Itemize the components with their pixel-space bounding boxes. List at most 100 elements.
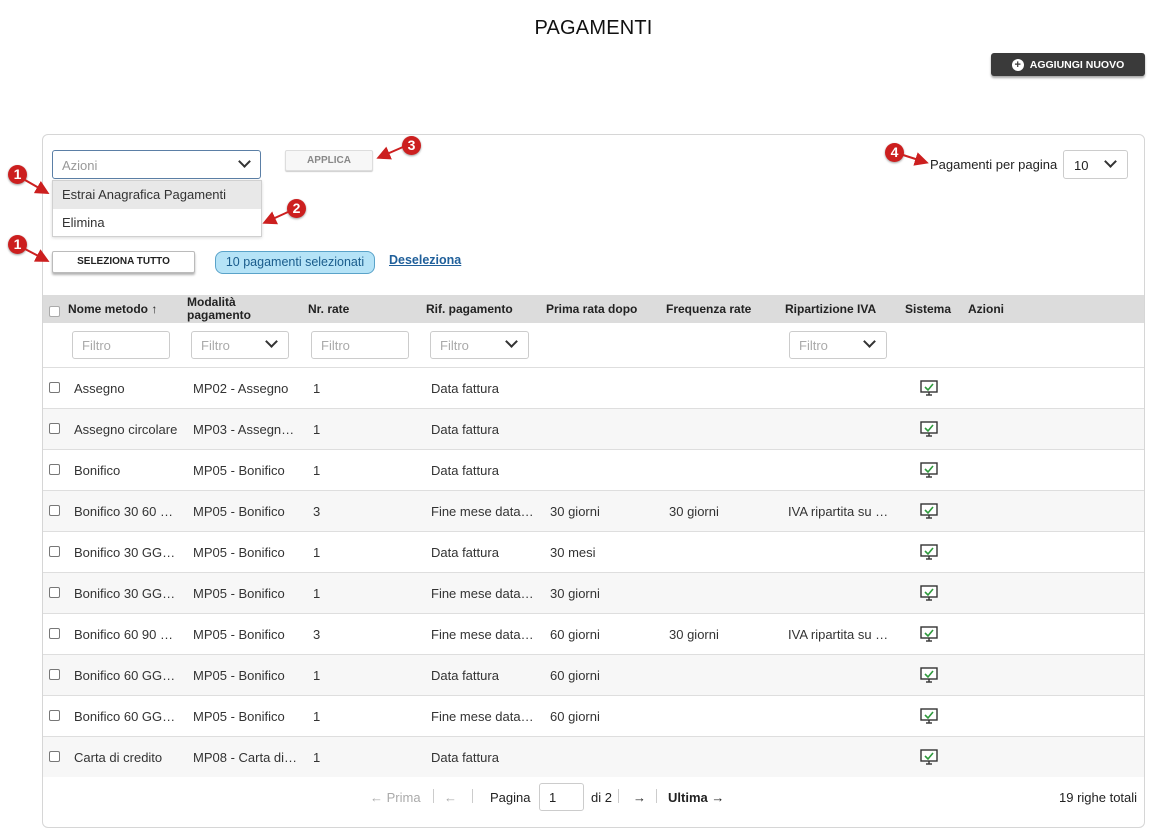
cell-rates: 3: [313, 504, 321, 519]
system-monitor-icon: [920, 380, 938, 396]
table-row[interactable]: Bonifico MP05 - Bonifico 1 Data fattura: [43, 449, 1144, 490]
cell-rates: 1: [313, 709, 321, 724]
cell-mode: MP03 - Assegn…: [193, 422, 295, 437]
row-checkbox[interactable]: [49, 751, 60, 762]
cell-first: 30 giorni: [550, 504, 600, 519]
cell-rates: 3: [313, 627, 321, 642]
table-header: Nome metodo ↑ Modalità pagamento Nr. rat…: [43, 295, 1144, 323]
cell-rates: 1: [313, 586, 321, 601]
cell-first: 60 giorni: [550, 709, 600, 724]
cell-first: 30 giorni: [550, 586, 600, 601]
system-monitor-icon: [920, 544, 938, 560]
cell-freq: 30 giorni: [669, 504, 719, 519]
page-count: di 2: [591, 790, 612, 805]
col-rates[interactable]: Nr. rate: [308, 303, 349, 316]
cell-first: 60 giorni: [550, 627, 600, 642]
table-row[interactable]: Carta di credito MP08 - Carta di… 1 Data fa…: [43, 736, 1144, 777]
col-name[interactable]: Nome metodo ↑: [68, 303, 157, 316]
page-number-input[interactable]: 1: [539, 783, 584, 811]
page-label: Pagina: [490, 790, 531, 805]
cell-name: Bonifico: [74, 463, 121, 478]
system-monitor-icon: [920, 421, 938, 437]
last-page-link[interactable]: Ultima →: [668, 790, 724, 805]
cell-ref: Fine mese data…: [431, 504, 534, 519]
table-row[interactable]: Bonifico 30 60 … MP05 - Bonifico 3 Fine mes…: [43, 490, 1144, 531]
col-vat[interactable]: Ripartizione IVA: [785, 303, 876, 316]
chevron-down-icon: [505, 335, 518, 348]
cell-mode: MP05 - Bonifico: [193, 709, 285, 724]
system-monitor-icon: [920, 626, 938, 642]
row-checkbox[interactable]: [49, 628, 60, 639]
chevron-down-icon: [863, 335, 876, 348]
arrow-1: [24, 179, 50, 194]
cell-rates: 1: [313, 750, 321, 765]
cell-vat: IVA ripartita su …: [788, 627, 889, 642]
first-page-link[interactable]: ← Prima: [370, 790, 421, 805]
prev-page-link[interactable]: ←: [444, 790, 457, 805]
system-monitor-icon: [920, 708, 938, 724]
table-row[interactable]: Assegno circolare MP03 - Assegn… 1 Data fat…: [43, 408, 1144, 449]
cell-rates: 1: [313, 545, 321, 560]
filter-vat-select[interactable]: Filtro: [789, 331, 887, 359]
arrow-2: [262, 211, 289, 225]
cell-mode: MP05 - Bonifico: [193, 545, 285, 560]
chevron-down-icon: [265, 335, 278, 348]
cell-mode: MP05 - Bonifico: [193, 627, 285, 642]
cell-ref: Data fattura: [431, 750, 499, 765]
arrow-3: [376, 146, 404, 160]
cell-name: Bonifico 30 GG…: [74, 545, 176, 560]
cell-name: Carta di credito: [74, 750, 163, 765]
table-row[interactable]: Assegno MP02 - Assegno 1 Data fattura: [43, 367, 1144, 408]
filter-rates-input[interactable]: Filtro: [311, 331, 409, 359]
col-system[interactable]: Sistema: [905, 303, 951, 316]
filter-mode-select[interactable]: Filtro: [191, 331, 289, 359]
select-all-checkbox[interactable]: [49, 306, 60, 317]
cell-mode: MP05 - Bonifico: [193, 463, 285, 478]
row-checkbox[interactable]: [49, 423, 60, 434]
system-monitor-icon: [920, 503, 938, 519]
row-checkbox[interactable]: [49, 710, 60, 721]
filter-ref-select[interactable]: Filtro: [430, 331, 529, 359]
system-monitor-icon: [920, 462, 938, 478]
cell-ref: Fine mese data…: [431, 627, 534, 642]
row-checkbox[interactable]: [49, 587, 60, 598]
row-checkbox[interactable]: [49, 505, 60, 516]
sort-ascending-icon: ↑: [151, 302, 158, 316]
cell-name: Bonifico 30 60 …: [74, 504, 174, 519]
col-frequency[interactable]: Frequenza rate: [666, 303, 751, 316]
cell-mode: MP08 - Carta di…: [193, 750, 297, 765]
row-checkbox[interactable]: [49, 464, 60, 475]
cell-ref: Data fattura: [431, 381, 499, 396]
cell-ref: Data fattura: [431, 422, 499, 437]
table-row[interactable]: Bonifico 30 GG… MP05 - Bonifico 1 Fine mese…: [43, 572, 1144, 613]
col-first-rate[interactable]: Prima rata dopo: [546, 303, 637, 316]
col-actions: Azioni: [968, 302, 1004, 316]
cell-rates: 1: [313, 668, 321, 683]
cell-rates: 1: [313, 463, 321, 478]
row-checkbox[interactable]: [49, 669, 60, 680]
cell-mode: MP05 - Bonifico: [193, 586, 285, 601]
cell-rates: 1: [313, 422, 321, 437]
next-page-link[interactable]: →: [633, 790, 646, 805]
cell-name: Bonifico 30 GG…: [74, 586, 176, 601]
cell-mode: MP02 - Assegno: [193, 381, 289, 396]
table-row[interactable]: Bonifico 60 GG… MP05 - Bonifico 1 Data fatt…: [43, 654, 1144, 695]
table-row[interactable]: Bonifico 60 GG… MP05 - Bonifico 1 Fine mese…: [43, 695, 1144, 736]
col-ref[interactable]: Rif. pagamento: [426, 303, 513, 316]
system-monitor-icon: [920, 749, 938, 765]
total-rows: 19 righe totali: [1059, 790, 1138, 805]
table-row[interactable]: Bonifico 30 GG… MP05 - Bonifico 1 Data fatt…: [43, 531, 1144, 572]
cell-ref: Data fattura: [431, 668, 499, 683]
cell-ref: Data fattura: [431, 463, 499, 478]
cell-first: 30 mesi: [550, 545, 596, 560]
cell-freq: 30 giorni: [669, 627, 719, 642]
arrow-4: [902, 152, 929, 166]
cell-ref: Fine mese data…: [431, 709, 534, 724]
table-row[interactable]: Bonifico 60 90 … MP05 - Bonifico 3 Fine mes…: [43, 613, 1144, 654]
filter-name-input[interactable]: Filtro: [72, 331, 170, 359]
cell-name: Assegno circolare: [74, 422, 178, 437]
row-checkbox[interactable]: [49, 382, 60, 393]
cell-vat: IVA ripartita su …: [788, 504, 889, 519]
col-mode[interactable]: Modalità pagamento: [187, 296, 251, 322]
row-checkbox[interactable]: [49, 546, 60, 557]
